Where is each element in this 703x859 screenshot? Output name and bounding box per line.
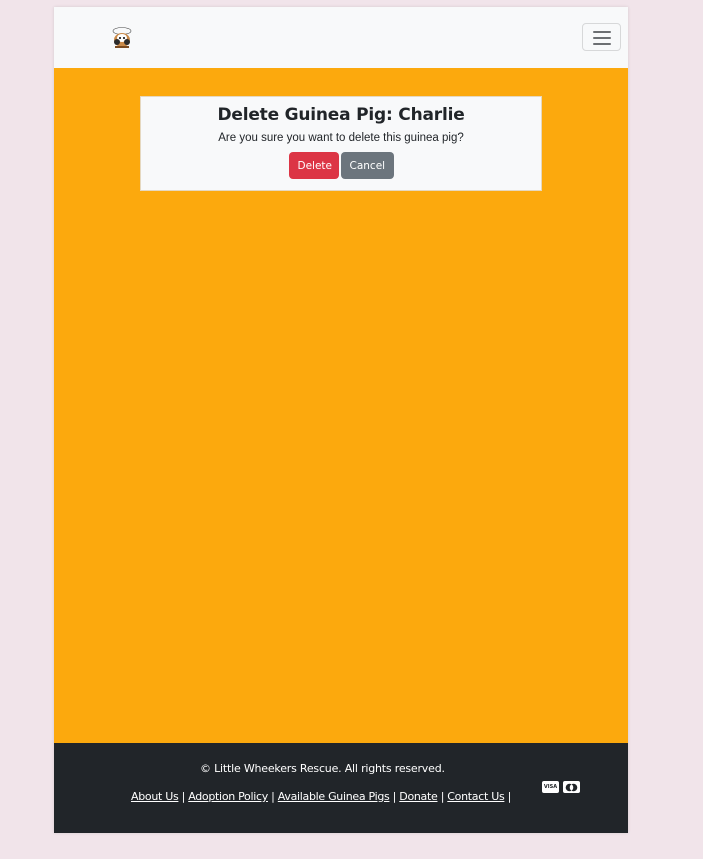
footer-link-about-us[interactable]: About Us — [131, 790, 179, 803]
link-separator: | — [440, 790, 445, 803]
navbar — [54, 7, 628, 68]
link-separator: | — [392, 790, 397, 803]
footer-link-contact-us[interactable]: Contact Us — [447, 790, 504, 803]
footer-links: About Us | Adoption Policy | Available G… — [131, 790, 511, 803]
footer-link-donate[interactable]: Donate — [399, 790, 438, 803]
hamburger-bar-icon — [593, 37, 611, 39]
cancel-button[interactable]: Cancel — [340, 152, 394, 179]
navbar-toggler-button[interactable] — [582, 23, 621, 51]
mastercard-icon — [563, 781, 580, 793]
logo-icon[interactable] — [112, 27, 132, 49]
delete-confirm-card: Delete Guinea Pig: Charlie Are you sure … — [140, 96, 542, 191]
hamburger-bar-icon — [593, 43, 611, 45]
footer: © Little Wheekers Rescue. All rights res… — [54, 743, 628, 833]
footer-link-adoption-policy[interactable]: Adoption Policy — [188, 790, 268, 803]
page-frame: Delete Guinea Pig: Charlie Are you sure … — [54, 7, 628, 833]
link-separator: | — [181, 790, 186, 803]
delete-button[interactable]: Delete — [288, 152, 339, 179]
footer-link-available-guinea-pigs[interactable]: Available Guinea Pigs — [278, 790, 390, 803]
payment-methods: VISA — [542, 781, 580, 793]
copyright-text: © Little Wheekers Rescue. All rights res… — [200, 762, 445, 775]
visa-icon: VISA — [542, 781, 559, 793]
link-separator: | — [507, 790, 512, 803]
main-content: Delete Guinea Pig: Charlie Are you sure … — [54, 68, 628, 743]
page-title: Delete Guinea Pig: Charlie — [217, 105, 465, 125]
confirm-actions: Delete Cancel — [141, 152, 541, 179]
link-separator: | — [271, 790, 275, 803]
hamburger-bar-icon — [593, 31, 611, 33]
confirm-message: Are you sure you want to delete this gui… — [218, 132, 464, 144]
